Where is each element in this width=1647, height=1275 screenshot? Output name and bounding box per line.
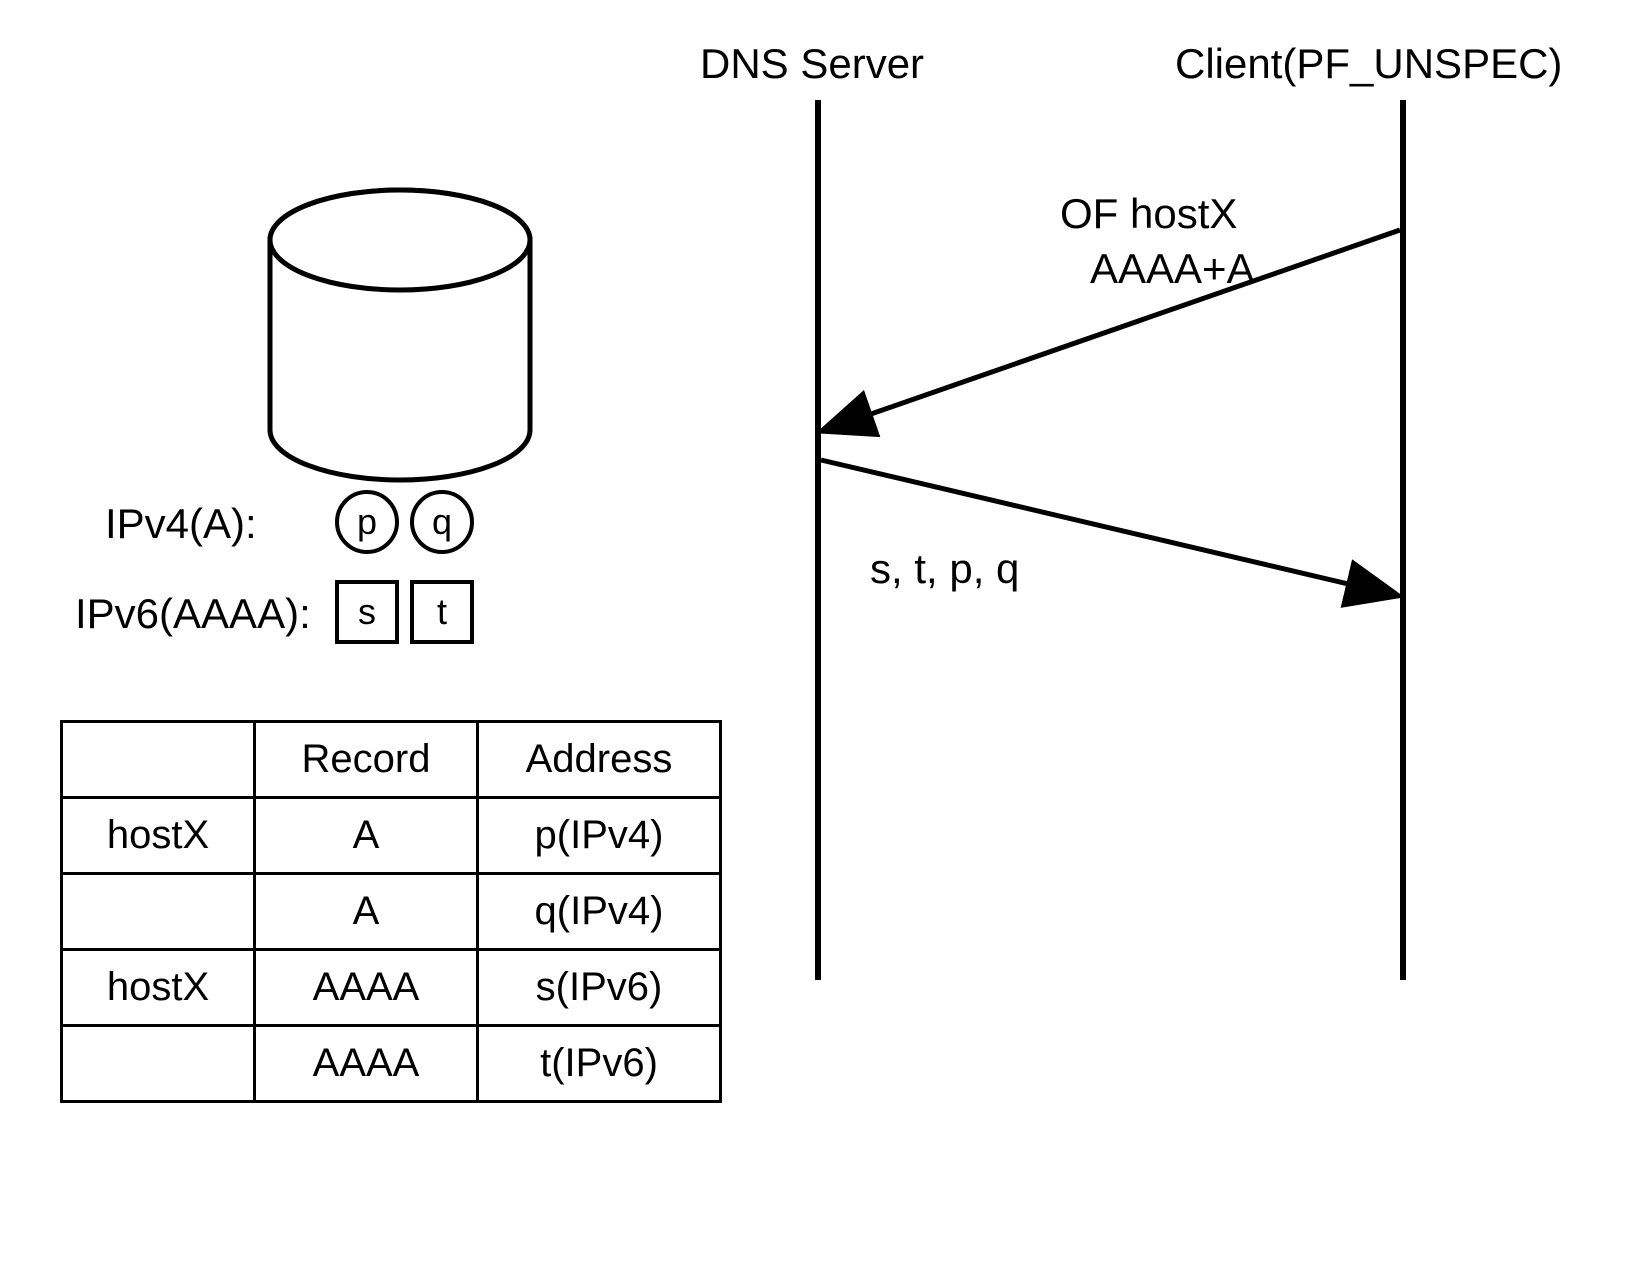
badge-q-icon: q (410, 490, 474, 554)
cell: t(IPv6) (478, 1026, 721, 1102)
table-row: A q(IPv4) (62, 874, 721, 950)
dns-records-table: Record Address hostX A p(IPv4) A q(IPv4)… (60, 720, 722, 1103)
th-address: Address (478, 722, 721, 798)
database-icon (270, 190, 530, 480)
table-row: AAAA t(IPv6) (62, 1026, 721, 1102)
cell: p(IPv4) (478, 798, 721, 874)
cell: A (255, 798, 478, 874)
table-header-row: Record Address (62, 722, 721, 798)
request-text-2: AAAA+A (1090, 245, 1255, 293)
cell: A (255, 874, 478, 950)
th-record: Record (255, 722, 478, 798)
cell: AAAA (255, 950, 478, 1026)
table-row: hostX AAAA s(IPv6) (62, 950, 721, 1026)
badge-t-icon: t (410, 580, 474, 644)
badge-s-icon: s (335, 580, 399, 644)
table-row: hostX A p(IPv4) (62, 798, 721, 874)
cell: q(IPv4) (478, 874, 721, 950)
cell: hostX (62, 950, 255, 1026)
cell: hostX (62, 798, 255, 874)
cell: AAAA (255, 1026, 478, 1102)
cell: s(IPv6) (478, 950, 721, 1026)
response-text: s, t, p, q (870, 545, 1019, 593)
badge-t-text: t (437, 591, 447, 633)
ipv6-label: IPv6(AAAA): (75, 590, 311, 638)
badge-p-icon: p (335, 490, 399, 554)
badge-p-text: p (357, 501, 377, 543)
diagram-stage: DNS Server Client(PF_UNSPEC) OF hostX AA… (0, 0, 1647, 1275)
th-host (62, 722, 255, 798)
ipv4-label: IPv4(A): (105, 500, 257, 548)
badge-s-text: s (358, 591, 376, 633)
request-text-1: OF hostX (1060, 190, 1237, 238)
badge-q-text: q (432, 501, 452, 543)
cell (62, 874, 255, 950)
cell (62, 1026, 255, 1102)
